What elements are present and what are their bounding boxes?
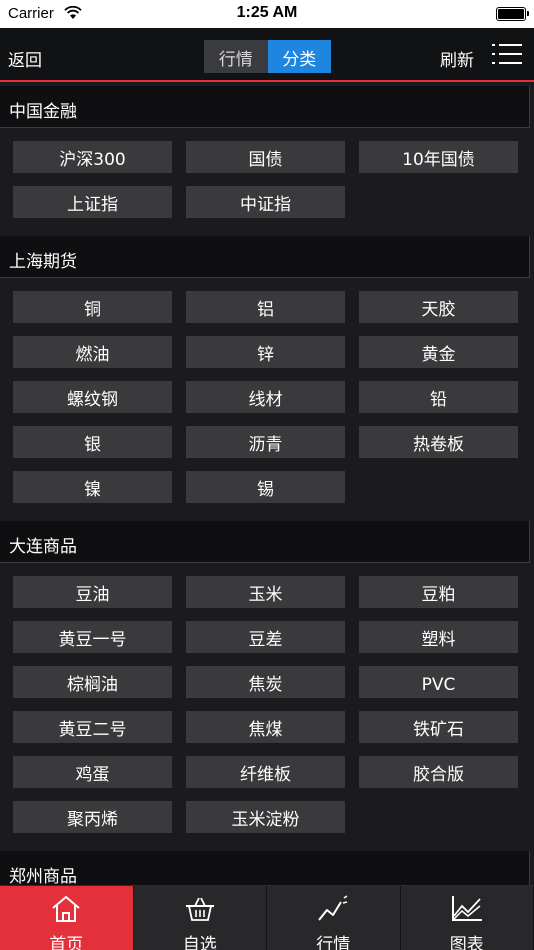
category-item-button[interactable]: 10年国债 bbox=[359, 141, 518, 173]
tab-bar: 首页 自选 行情 图表 bbox=[0, 885, 534, 950]
category-item-button[interactable]: 沥青 bbox=[186, 426, 345, 458]
category-item-button[interactable]: 线材 bbox=[186, 381, 345, 413]
tab-charts-label: 图表 bbox=[449, 935, 484, 950]
status-time: 1:25 AM bbox=[236, 4, 298, 21]
tab-charts[interactable]: 图表 bbox=[400, 886, 534, 950]
category-item-button[interactable]: 铅 bbox=[359, 381, 518, 413]
section-title: 大连商品 bbox=[9, 537, 77, 557]
category-item-button[interactable]: 中证指 bbox=[186, 186, 345, 218]
section-title: 郑州商品 bbox=[9, 867, 77, 885]
category-item-button[interactable]: 铝 bbox=[186, 291, 345, 323]
category-item-button[interactable]: 焦炭 bbox=[186, 666, 345, 698]
section-header: 中国金融 bbox=[0, 86, 530, 128]
category-item-button[interactable]: 聚丙烯 bbox=[13, 801, 172, 833]
category-item-button[interactable]: 燃油 bbox=[13, 336, 172, 368]
segmented-control: 行情 分类 bbox=[204, 40, 331, 73]
home-icon bbox=[52, 896, 80, 922]
tab-market-label: 行情 bbox=[316, 935, 351, 950]
tab-home[interactable]: 首页 bbox=[0, 886, 134, 950]
refresh-button[interactable]: 刷新 bbox=[440, 46, 474, 71]
basket-icon bbox=[185, 897, 214, 921]
category-item-button[interactable]: 铁矿石 bbox=[359, 711, 518, 743]
battery-icon bbox=[496, 7, 529, 21]
category-item-button[interactable]: 豆差 bbox=[186, 621, 345, 653]
category-item-button[interactable]: 黄豆二号 bbox=[13, 711, 172, 743]
segment-quotes[interactable]: 行情 bbox=[204, 40, 268, 73]
category-item-button[interactable]: 上证指 bbox=[13, 186, 172, 218]
category-item-button[interactable]: 棕榈油 bbox=[13, 666, 172, 698]
category-item-button[interactable]: 玉米 bbox=[186, 576, 345, 608]
category-item-button[interactable]: 豆油 bbox=[13, 576, 172, 608]
category-item-button[interactable]: 国债 bbox=[186, 141, 345, 173]
tab-market[interactable]: 行情 bbox=[267, 886, 401, 950]
category-item-button[interactable]: 锡 bbox=[186, 471, 345, 503]
category-item-button[interactable]: PVC bbox=[359, 666, 518, 698]
section-title: 上海期货 bbox=[9, 252, 77, 272]
tab-watchlist-label: 自选 bbox=[182, 935, 217, 950]
menu-list-icon[interactable] bbox=[492, 41, 522, 67]
category-item-button[interactable]: 镍 bbox=[13, 471, 172, 503]
category-item-button[interactable]: 纤维板 bbox=[186, 756, 345, 788]
category-item-button[interactable]: 银 bbox=[13, 426, 172, 458]
category-item-button[interactable]: 热卷板 bbox=[359, 426, 518, 458]
category-item-button[interactable]: 胶合版 bbox=[359, 756, 518, 788]
category-item-button[interactable]: 玉米淀粉 bbox=[186, 801, 345, 833]
category-item-button[interactable]: 螺纹钢 bbox=[13, 381, 172, 413]
category-item-button[interactable]: 塑料 bbox=[359, 621, 518, 653]
category-list[interactable]: 中国金融沪深300 国债 10年国债上证指 中证指上海期货铜铝天胶燃油锌黄金螺纹钢 线材… bbox=[0, 84, 534, 885]
category-item-button[interactable]: 锌 bbox=[186, 336, 345, 368]
area-chart-icon bbox=[451, 896, 482, 921]
category-item-button[interactable]: 豆粕 bbox=[359, 576, 518, 608]
category-item-button[interactable]: 鸡蛋 bbox=[13, 756, 172, 788]
tab-home-label: 首页 bbox=[49, 935, 84, 950]
segment-categories[interactable]: 分类 bbox=[267, 40, 331, 73]
category-item-button[interactable]: 黄豆一号 bbox=[13, 621, 172, 653]
trend-line-icon bbox=[318, 895, 348, 921]
back-button[interactable]: 返回 bbox=[8, 46, 42, 71]
category-item-button[interactable]: 铜 bbox=[13, 291, 172, 323]
section-header: 上海期货 bbox=[0, 236, 530, 278]
category-item-button[interactable]: 沪深300 bbox=[13, 141, 172, 173]
category-item-button[interactable]: 天胶 bbox=[359, 291, 518, 323]
navigation-bar: 返回 行情 分类 刷新 bbox=[0, 28, 534, 82]
category-item-button[interactable]: 黄金 bbox=[359, 336, 518, 368]
section-title: 中国金融 bbox=[9, 102, 77, 122]
tab-watchlist[interactable]: 自选 bbox=[133, 886, 267, 950]
status-bar: Carrier 1:25 AM bbox=[0, 0, 534, 28]
section-header: 郑州商品 bbox=[0, 851, 530, 885]
section-header: 大连商品 bbox=[0, 521, 530, 563]
category-item-button[interactable]: 焦煤 bbox=[186, 711, 345, 743]
